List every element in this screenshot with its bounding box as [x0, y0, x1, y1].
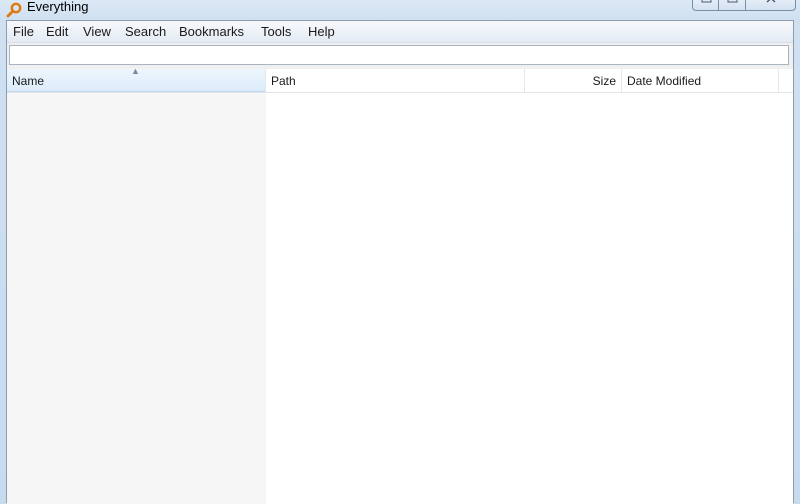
column-header-date-modified[interactable]: Date Modified	[622, 69, 779, 92]
minimize-button[interactable]	[692, 0, 719, 11]
column-header-filler	[779, 69, 793, 92]
column-header-path[interactable]: Path	[266, 69, 525, 92]
search-input[interactable]	[10, 46, 788, 64]
maximize-button[interactable]	[719, 0, 746, 11]
name-column-highlight	[7, 93, 266, 504]
column-header-date-label: Date Modified	[627, 74, 702, 88]
minimize-icon	[701, 0, 712, 3]
menu-file[interactable]: File	[13, 24, 34, 39]
column-header-path-label: Path	[271, 74, 296, 88]
title-bar[interactable]: Everything	[0, 0, 800, 20]
client-area: File Edit View Search Bookmarks Tools He…	[6, 20, 794, 504]
menu-bookmarks[interactable]: Bookmarks	[179, 24, 244, 39]
results-list[interactable]: ▲ Name Path Size Date Modified	[7, 66, 793, 504]
menu-bar: File Edit View Search Bookmarks Tools He…	[7, 21, 793, 43]
search-box[interactable]	[9, 45, 789, 65]
column-header-size-label: Size	[592, 74, 616, 88]
column-header-name[interactable]: ▲ Name	[7, 66, 266, 92]
column-header-name-label: Name	[12, 74, 45, 88]
close-button[interactable]	[746, 0, 796, 11]
app-window: Everything File Edit View Search Bookmar…	[0, 0, 800, 504]
menu-help[interactable]: Help	[308, 24, 335, 39]
window-title: Everything	[27, 0, 89, 14]
menu-edit[interactable]: Edit	[46, 24, 68, 39]
close-icon	[766, 0, 776, 3]
column-header-row: ▲ Name Path Size Date Modified	[7, 66, 793, 93]
column-header-size[interactable]: Size	[525, 69, 622, 92]
maximize-icon	[727, 0, 738, 3]
menu-view[interactable]: View	[83, 24, 111, 39]
sort-ascending-icon: ▲	[131, 66, 140, 76]
magnifier-icon	[6, 2, 22, 18]
menu-tools[interactable]: Tools	[261, 24, 291, 39]
menu-search[interactable]: Search	[125, 24, 166, 39]
